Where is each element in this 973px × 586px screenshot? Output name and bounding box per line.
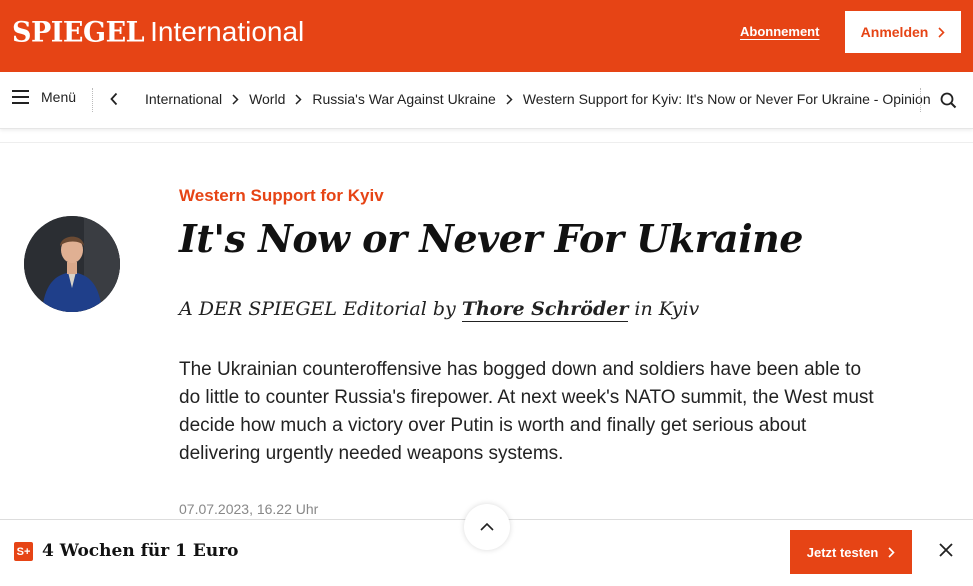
brand-logo[interactable]: SPIEGEL International bbox=[12, 16, 304, 52]
content-divider bbox=[0, 142, 973, 143]
chevron-right-icon bbox=[295, 93, 302, 105]
login-button[interactable]: Anmelden bbox=[845, 11, 961, 53]
article-headline: It's Now or Never For Ukraine bbox=[179, 216, 803, 261]
breadcrumb-bar: Menü International World Russia's War Ag… bbox=[0, 72, 973, 129]
divider bbox=[92, 88, 93, 112]
login-button-label: Anmelden bbox=[860, 24, 929, 40]
menu-label: Menü bbox=[41, 89, 77, 105]
breadcrumb-item-war[interactable]: Russia's War Against Ukraine bbox=[312, 91, 495, 107]
article-kicker: Western Support for Kyiv bbox=[179, 186, 384, 205]
scroll-up-button[interactable] bbox=[464, 504, 510, 550]
splus-badge: S+ bbox=[14, 542, 33, 561]
breadcrumb-item-current[interactable]: Western Support for Kyiv: It's Now or Ne… bbox=[523, 91, 931, 107]
site-header: SPIEGEL International Abonnement Anmelde… bbox=[0, 0, 973, 72]
author-avatar[interactable] bbox=[24, 216, 120, 312]
article-teaser: The Ukrainian counteroffensive has bogge… bbox=[179, 359, 874, 464]
search-icon[interactable] bbox=[940, 92, 957, 109]
brand-section: International bbox=[150, 16, 305, 47]
article-byline: A DER SPIEGEL Editorial by Thore Schröde… bbox=[179, 298, 700, 322]
menu-button[interactable]: Menü bbox=[12, 89, 76, 105]
chevron-right-icon bbox=[938, 26, 945, 38]
byline-suffix: in Kyiv bbox=[634, 298, 700, 320]
hamburger-icon bbox=[12, 90, 29, 104]
try-now-button[interactable]: Jetzt testen bbox=[790, 530, 912, 574]
try-now-label: Jetzt testen bbox=[806, 544, 879, 560]
publish-date: 07.07.2023, 16.22 Uhr bbox=[179, 501, 319, 517]
chevron-right-icon bbox=[888, 546, 895, 558]
breadcrumb-item-international[interactable]: International bbox=[145, 91, 222, 107]
chevron-up-icon bbox=[480, 523, 494, 531]
chevron-right-icon bbox=[506, 93, 513, 105]
chevron-left-icon[interactable] bbox=[110, 92, 118, 106]
byline-prefix: A DER SPIEGEL Editorial by bbox=[179, 298, 456, 320]
subscription-link[interactable]: Abonnement bbox=[740, 24, 819, 39]
chevron-right-icon bbox=[232, 93, 239, 105]
author-link[interactable]: Thore Schröder bbox=[461, 298, 629, 322]
close-icon[interactable] bbox=[938, 542, 954, 558]
breadcrumb-item-world[interactable]: World bbox=[249, 91, 285, 107]
breadcrumb: International World Russia's War Against… bbox=[145, 91, 931, 107]
promo-text: 4 Wochen für 1 Euro bbox=[42, 541, 239, 561]
divider bbox=[920, 88, 921, 112]
brand-name: SPIEGEL bbox=[12, 16, 145, 49]
